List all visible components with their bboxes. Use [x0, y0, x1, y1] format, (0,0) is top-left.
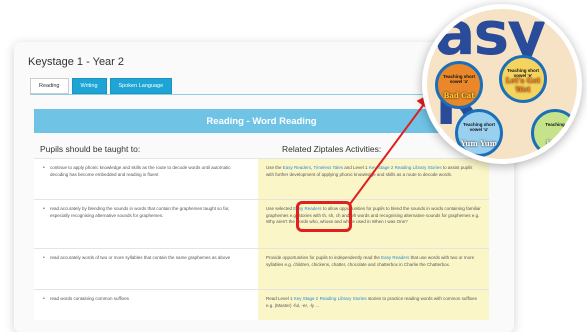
book-thumb-yum-yum[interactable]: Teaching short vowel 'u' Yum Yum	[455, 109, 503, 157]
book-thumb-lets-get-wet[interactable]: Teaching short vowel 'e' Let's Get Wet	[499, 55, 547, 103]
zoom-magnifier: asy R Teaching short vowel 'a' Bad Cat T…	[422, 4, 582, 164]
book-thumb-best[interactable]: Teaching Best	[531, 109, 577, 157]
book-thumb-bad-cat[interactable]: Teaching short vowel 'a' Bad Cat	[435, 61, 483, 109]
